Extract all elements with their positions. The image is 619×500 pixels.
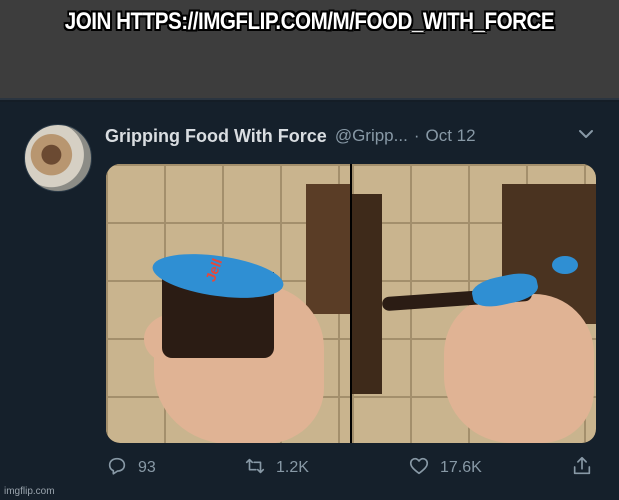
- author-name[interactable]: Gripping Food With Force: [105, 126, 327, 147]
- imgflip-watermark: imgflip.com: [4, 486, 55, 497]
- like-count: 17.6K: [440, 459, 482, 476]
- retweet-icon: [244, 455, 266, 482]
- like-button[interactable]: 17.6K: [408, 456, 482, 480]
- header-separator: ·: [413, 126, 420, 145]
- tweet-header: Gripping Food With Force @Gripp... · Oct…: [105, 124, 605, 148]
- reply-icon: [106, 455, 128, 482]
- meme-caption: JOIN HTTPS://IMGFLIP.COM/M/FOOD_WITH_FOR…: [64, 8, 555, 35]
- share-button[interactable]: [571, 456, 593, 480]
- pudding-cup-crushed-photo[interactable]: [352, 164, 596, 443]
- avatar[interactable]: [24, 124, 92, 192]
- retweet-button[interactable]: 1.2K: [244, 456, 309, 480]
- reply-button[interactable]: 93: [106, 456, 156, 480]
- retweet-count: 1.2K: [276, 459, 309, 476]
- tweet-card[interactable]: Gripping Food With Force @Gripp... · Oct…: [0, 102, 619, 500]
- pudding-cup-intact-photo[interactable]: Jell: [106, 164, 350, 443]
- reply-count: 93: [138, 459, 156, 476]
- share-icon: [571, 455, 593, 482]
- tweet-date[interactable]: Oct 12: [425, 126, 475, 146]
- heart-icon: [408, 455, 430, 482]
- meme-caption-band: JOIN HTTPS://IMGFLIP.COM/M/FOOD_WITH_FOR…: [0, 0, 619, 100]
- tweet-media[interactable]: Jell: [106, 164, 596, 443]
- tweet-actions: 93 1.2K 17.6K: [106, 456, 596, 480]
- author-handle[interactable]: @Gripp...: [335, 126, 408, 146]
- chevron-down-icon[interactable]: [574, 122, 598, 146]
